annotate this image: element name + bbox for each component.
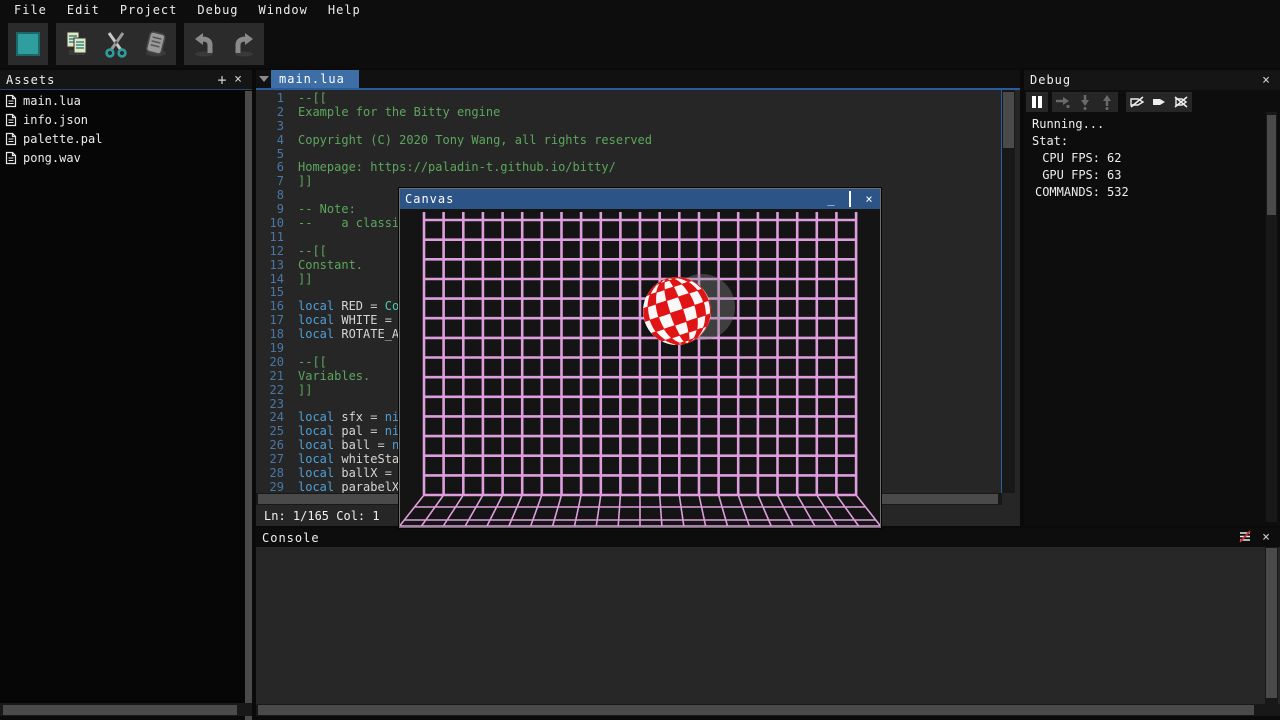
stop-button[interactable] [8,23,48,65]
breakpoint-clear-icon [1173,95,1189,109]
assets-header: Assets + × [0,70,252,90]
menu-item-window[interactable]: Window [249,1,318,19]
code-line: 1--[[ [256,92,1001,106]
console-header: Console × [256,528,1280,547]
debug-running-status: Running... [1032,116,1264,133]
stop-icon [12,28,44,60]
console-panel: Console × [256,528,1280,716]
canvas-title-bar[interactable]: Canvas _ × [400,189,880,209]
undo-button[interactable] [184,23,224,65]
canvas-title: Canvas [405,192,454,206]
undo-icon [188,28,220,60]
step-out-button[interactable] [1096,92,1118,112]
assets-title: Assets [6,73,55,87]
breakpoint-button[interactable] [1148,92,1170,112]
console-close-button[interactable]: × [1258,530,1274,545]
menu-item-project[interactable]: Project [110,1,188,19]
clear-breakpoints-button[interactable] [1170,92,1192,112]
assets-horizontal-scrollbar[interactable] [0,703,252,716]
paste-button[interactable] [136,23,176,65]
tab-main-lua[interactable]: main.lua [271,70,359,88]
debug-output: Running... Stat: CPU FPS:62GPU FPS:63COM… [1032,116,1264,201]
breakpoint-disabled-icon [1129,95,1145,109]
code-line: 2Example for the Bitty engine [256,106,1001,120]
step-into-icon [1078,95,1092,110]
asset-item-info.json[interactable]: info.json [0,110,244,129]
editor-tab-bar: main.lua [256,70,1020,90]
assets-close-button[interactable]: × [230,72,246,87]
menu-item-help[interactable]: Help [318,1,371,19]
document-icon [5,113,17,127]
game-canvas[interactable] [400,209,880,527]
asset-item-main.lua[interactable]: main.lua [0,91,244,110]
console-output[interactable] [256,547,1280,704]
redo-button[interactable] [224,23,264,65]
debug-stat-row: COMMANDS:532 [1032,184,1264,201]
assets-list: main.luainfo.jsonpalette.palpong.wav [0,91,244,702]
assets-panel: Assets + × main.luainfo.jsonpalette.palp… [0,70,252,716]
canvas-window[interactable]: Canvas _ × [399,188,881,528]
document-icon [5,94,17,108]
asset-item-palette.pal[interactable]: palette.pal [0,129,244,148]
maximize-button[interactable] [844,190,856,208]
debug-header: Debug × [1024,70,1280,90]
clear-console-icon [1238,530,1252,543]
document-icon [5,151,17,165]
debug-panel: Debug × [1024,70,1280,526]
minimize-button[interactable]: _ [825,190,837,208]
menu-item-debug[interactable]: Debug [187,1,248,19]
step-into-button[interactable] [1074,92,1096,112]
bitty-ide-window: FileEditProjectDebugWindowHelp [0,0,1280,720]
editor-vertical-scrollbar[interactable] [1002,90,1015,493]
toggle-breakpoint-button[interactable] [1126,92,1148,112]
breakpoint-icon [1151,95,1167,109]
cursor-position: Ln: 1/165 Col: 1 [264,509,380,523]
debug-stat-label: Stat: [1032,133,1264,150]
clear-console-button[interactable] [1238,530,1252,546]
step-over-icon [1055,95,1071,109]
main-toolbar [0,20,1280,68]
code-line: 4Copyright (C) 2020 Tony Wang, all right… [256,134,1001,148]
debug-title: Debug [1030,73,1071,87]
code-line: 3 [256,120,1001,134]
debug-toolbar [1024,92,1280,114]
tab-list-dropdown[interactable] [256,70,271,88]
debug-stat-row: GPU FPS:63 [1032,167,1264,184]
cut-icon [100,28,132,60]
step-out-icon [1100,95,1114,110]
code-line: 6Homepage: https://paladin-t.github.io/b… [256,161,1001,175]
debug-vertical-scrollbar[interactable] [1266,112,1277,522]
assets-vertical-scrollbar[interactable] [245,91,252,720]
step-over-button[interactable] [1052,92,1074,112]
code-line: 5 [256,148,1001,162]
copy-button[interactable] [56,23,96,65]
menu-bar: FileEditProjectDebugWindowHelp [0,0,1280,20]
console-vertical-scrollbar[interactable] [1265,547,1278,704]
console-horizontal-scrollbar[interactable] [256,704,1280,716]
cut-button[interactable] [96,23,136,65]
document-icon [5,132,17,146]
debug-stat-row: CPU FPS:62 [1032,150,1264,167]
copy-icon [60,28,92,60]
menu-item-edit[interactable]: Edit [57,1,110,19]
redo-icon [228,28,260,60]
asset-item-pong.wav[interactable]: pong.wav [0,148,244,167]
chevron-down-icon [259,76,269,82]
debug-close-button[interactable]: × [1258,73,1274,88]
add-asset-button[interactable]: + [214,71,230,89]
pause-icon [1030,95,1044,109]
paste-icon [140,28,172,60]
pause-button[interactable] [1026,92,1048,112]
canvas-close-button[interactable]: × [863,190,875,208]
console-title: Console [262,531,320,545]
menu-item-file[interactable]: File [4,1,57,19]
maximize-icon [849,191,851,207]
